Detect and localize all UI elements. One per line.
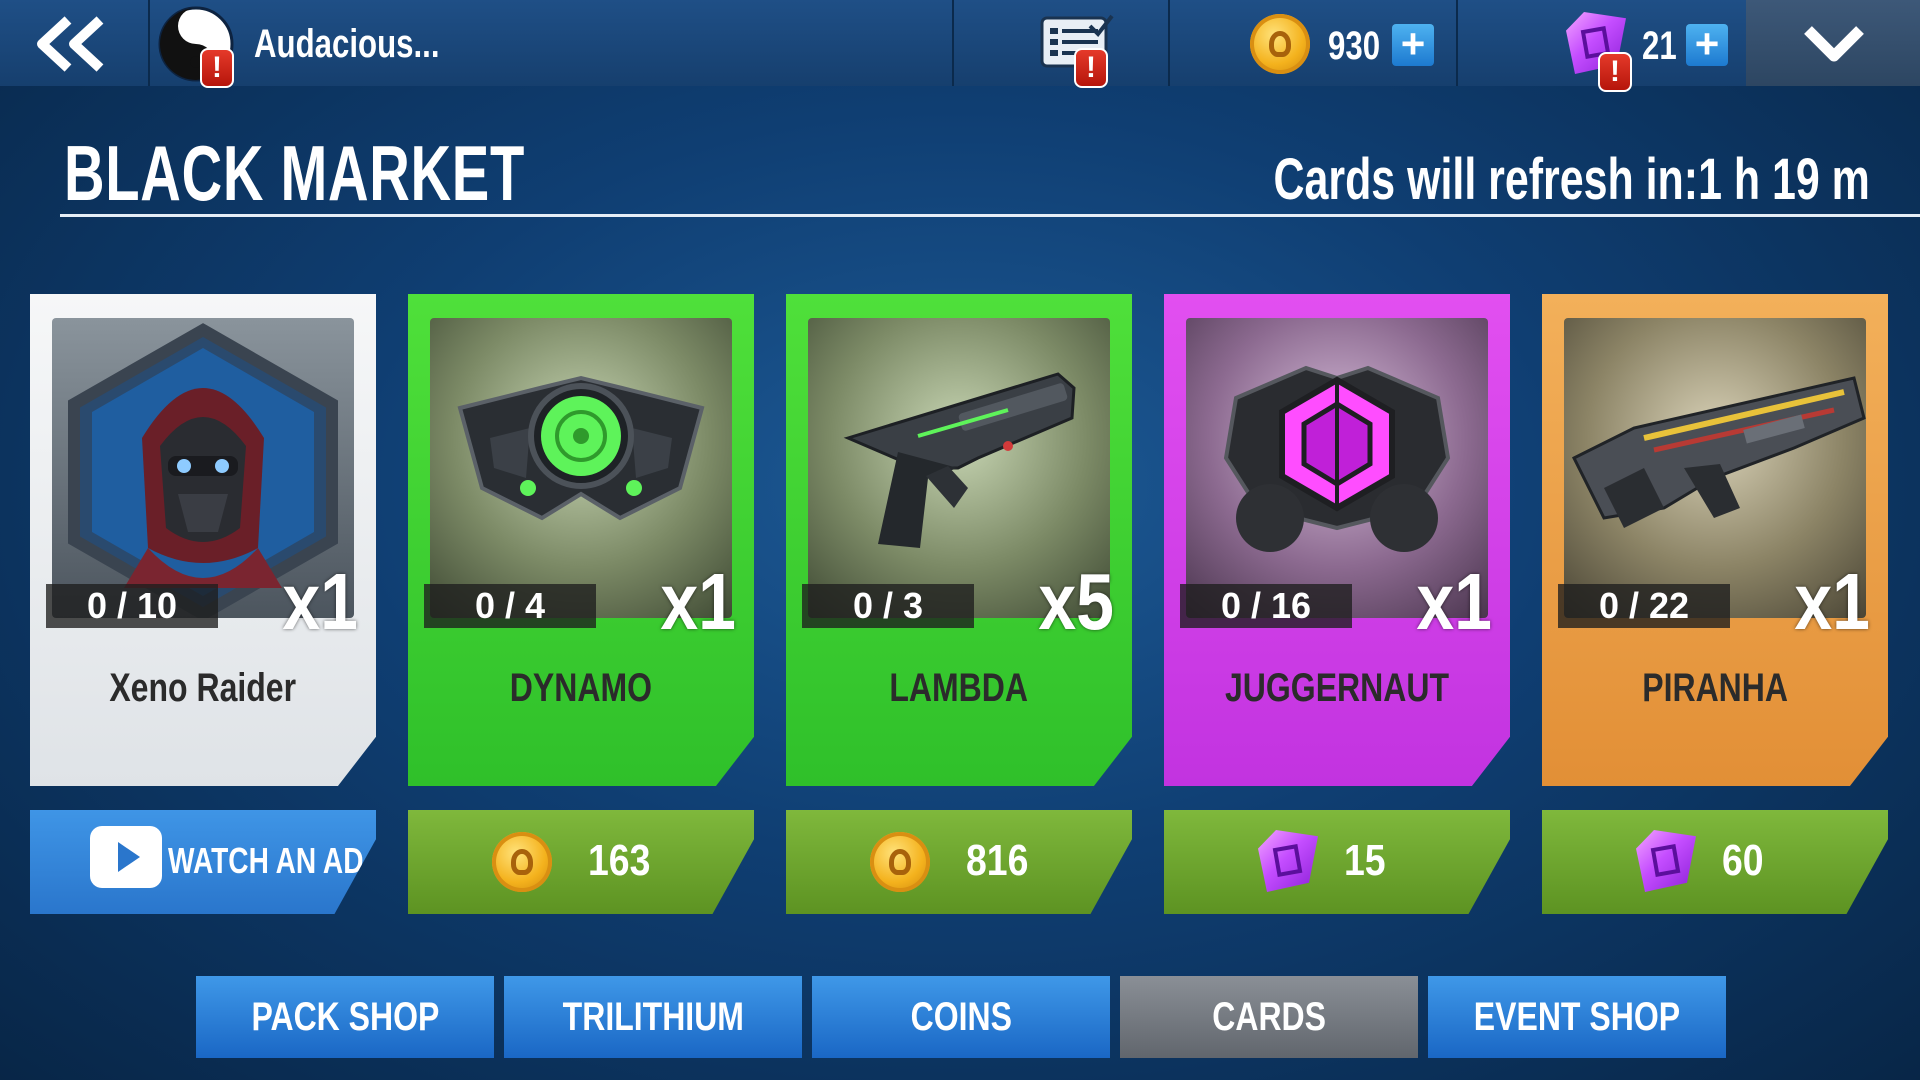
watch-ad-button[interactable]: WATCH AN AD xyxy=(30,810,376,914)
card-progress: 0 / 16 xyxy=(1180,584,1352,628)
card-multiplier: x1 xyxy=(282,557,358,646)
gems-alert-badge: ! xyxy=(1598,52,1632,92)
tab-pack-shop[interactable]: PACK SHOP xyxy=(196,976,494,1058)
card-name: JUGGERNAUT xyxy=(1224,666,1450,710)
buy-dynamo-button[interactable]: 163 xyxy=(408,810,754,914)
card-progress: 0 / 22 xyxy=(1558,584,1730,628)
play-icon xyxy=(90,826,162,888)
profile-alert-badge: ! xyxy=(200,48,234,88)
double-chevron-left-icon xyxy=(37,16,104,72)
card-progress: 0 / 3 xyxy=(802,584,974,628)
card-name: PIRANHA xyxy=(1642,666,1788,710)
gems-counter: ! 21 + xyxy=(1458,0,1744,92)
price-value: 816 xyxy=(966,836,1029,885)
tab-trilithium[interactable]: TRILITHIUM xyxy=(504,976,802,1058)
page-title: BLACK MARKET xyxy=(64,129,525,217)
card-progress: 0 / 4 xyxy=(424,584,596,628)
watch-ad-label: WATCH AN AD xyxy=(168,840,364,881)
tab-event-shop[interactable]: EVENT SHOP xyxy=(1428,976,1726,1058)
tab-coins[interactable]: COINS xyxy=(812,976,1110,1058)
card-xeno-raider[interactable]: 0 / 10 x1 Xeno Raider xyxy=(30,294,376,786)
card-dynamo[interactable]: 0 / 4 x1 DYNAMO xyxy=(408,294,754,786)
add-coins-button[interactable]: + xyxy=(1392,23,1434,66)
card-name: DYNAMO xyxy=(509,666,653,710)
add-gems-button[interactable]: + xyxy=(1686,23,1728,66)
profile-button[interactable]: ! Audacious... xyxy=(150,0,952,88)
top-bar: ! Audacious... ! 930 + ! 21 + xyxy=(0,0,1920,92)
price-value: 163 xyxy=(588,836,651,885)
coin-icon xyxy=(492,832,552,892)
missions-button[interactable]: ! xyxy=(954,0,1168,88)
refresh-timer: Cards will refresh in:1 h 19 m xyxy=(1273,147,1870,212)
dropdown-button[interactable] xyxy=(1746,0,1920,86)
card-progress: 0 / 10 xyxy=(46,584,218,628)
gems-value: 21 xyxy=(1642,24,1677,68)
coins-counter: 930 + xyxy=(1170,0,1456,86)
card-piranha[interactable]: 0 / 22 x1 PIRANHA xyxy=(1542,294,1888,786)
card-name: LAMBDA xyxy=(889,666,1029,710)
price-value: 15 xyxy=(1344,836,1386,885)
card-multiplier: x1 xyxy=(660,557,736,646)
coins-value: 930 xyxy=(1328,24,1381,68)
chevron-down-icon xyxy=(1804,26,1864,62)
card-juggernaut[interactable]: 0 / 16 x1 JUGGERNAUT xyxy=(1164,294,1510,786)
buy-piranha-button[interactable]: 60 xyxy=(1542,810,1888,914)
missions-alert-badge: ! xyxy=(1074,48,1108,88)
card-name: Xeno Raider xyxy=(109,666,297,710)
player-name: Audacious... xyxy=(254,22,440,66)
card-multiplier: x1 xyxy=(1794,557,1870,646)
tab-cards[interactable]: CARDS xyxy=(1120,976,1418,1058)
trilithium-gem-icon xyxy=(1258,830,1318,892)
coin-icon xyxy=(1250,14,1310,74)
buy-lambda-button[interactable]: 816 xyxy=(786,810,1132,914)
header-divider xyxy=(60,214,1920,217)
card-multiplier: x1 xyxy=(1416,557,1492,646)
coin-icon xyxy=(870,832,930,892)
price-value: 60 xyxy=(1722,836,1764,885)
back-button[interactable] xyxy=(0,0,148,86)
card-lambda[interactable]: 0 / 3 x5 LAMBDA xyxy=(786,294,1132,786)
buy-juggernaut-button[interactable]: 15 xyxy=(1164,810,1510,914)
trilithium-gem-icon xyxy=(1636,830,1696,892)
card-multiplier: x5 xyxy=(1038,557,1114,646)
